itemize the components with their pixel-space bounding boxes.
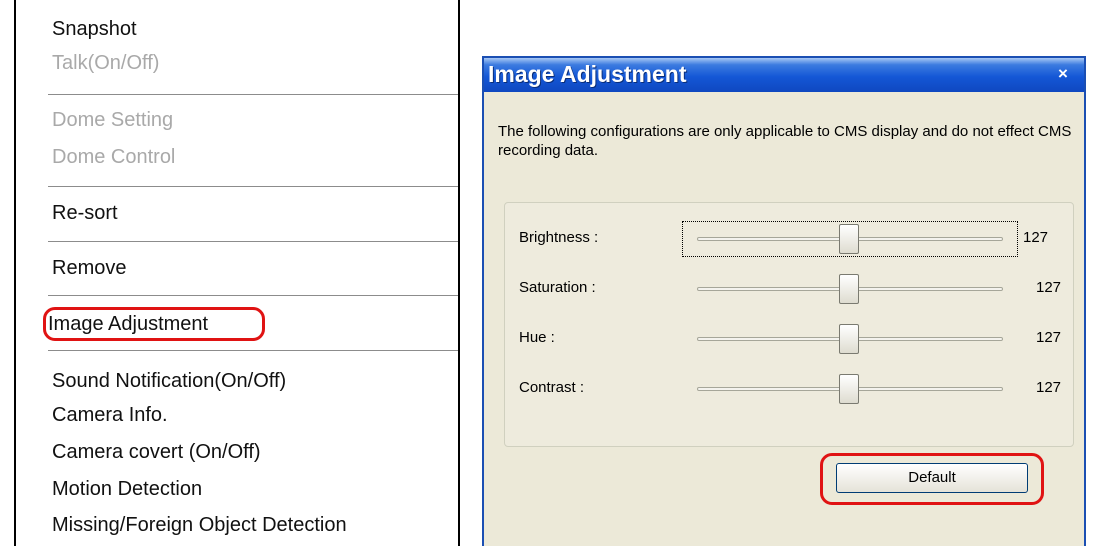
- menu-item-camera-info[interactable]: Camera Info.: [52, 403, 168, 427]
- camera-context-menu: Snapshot Talk(On/Off) Dome Setting Dome …: [14, 0, 460, 546]
- hue-value: 127: [1036, 329, 1062, 346]
- adjustment-group: Brightness : 127 Saturation : 127 Hue : …: [504, 202, 1074, 447]
- image-adjustment-dialog: Image Adjustment × The following configu…: [482, 56, 1086, 546]
- menu-separator: [48, 241, 458, 242]
- menu-item-motion-detection[interactable]: Motion Detection: [52, 477, 202, 501]
- brightness-value: 127: [1023, 229, 1049, 246]
- contrast-slider-thumb[interactable]: [839, 374, 860, 404]
- brightness-label: Brightness :: [519, 229, 599, 246]
- menu-item-snapshot[interactable]: Snapshot: [52, 17, 137, 41]
- contrast-value: 127: [1036, 379, 1062, 396]
- dialog-titlebar[interactable]: Image Adjustment ×: [484, 58, 1084, 92]
- menu-item-sound-notification[interactable]: Sound Notification(On/Off): [52, 369, 286, 393]
- saturation-value: 127: [1036, 279, 1062, 296]
- menu-item-object-detection[interactable]: Missing/Foreign Object Detection: [52, 513, 347, 537]
- hue-slider-thumb[interactable]: [839, 324, 860, 354]
- menu-item-dome-setting: Dome Setting: [52, 109, 174, 131]
- close-icon[interactable]: ×: [1052, 63, 1074, 85]
- hue-row: Hue : 127: [505, 321, 1075, 357]
- contrast-label: Contrast :: [519, 379, 585, 396]
- image-adjustment-highlight: [43, 307, 265, 341]
- menu-item-remove[interactable]: Remove: [52, 256, 126, 280]
- menu-item-dome-control: Dome Control: [52, 146, 176, 168]
- saturation-slider-thumb[interactable]: [839, 274, 860, 304]
- menu-separator: [48, 350, 458, 351]
- menu-separator: [48, 94, 458, 95]
- menu-separator: [48, 295, 458, 296]
- hue-label: Hue :: [519, 329, 555, 346]
- default-button-highlight: [820, 453, 1044, 505]
- dialog-title: Image Adjustment: [488, 61, 687, 87]
- screenshot-stage: Snapshot Talk(On/Off) Dome Setting Dome …: [0, 0, 1093, 546]
- contrast-row: Contrast : 127: [505, 371, 1075, 407]
- menu-item-talk: Talk(On/Off): [52, 52, 160, 74]
- brightness-slider-thumb[interactable]: [839, 224, 860, 254]
- menu-item-re-sort[interactable]: Re-sort: [52, 201, 118, 225]
- brightness-row: Brightness : 127: [505, 221, 1075, 257]
- menu-separator: [48, 186, 458, 187]
- saturation-row: Saturation : 127: [505, 271, 1075, 307]
- dialog-description: The following configurations are only ap…: [498, 123, 1072, 159]
- saturation-label: Saturation :: [519, 279, 596, 296]
- menu-item-camera-covert[interactable]: Camera covert (On/Off): [52, 440, 261, 464]
